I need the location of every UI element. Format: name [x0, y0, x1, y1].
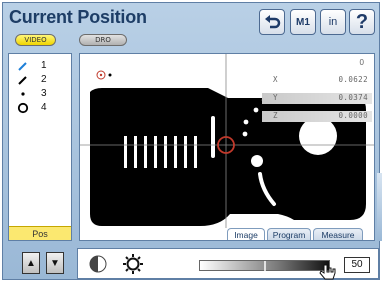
undo-button[interactable] — [259, 9, 285, 35]
axis-value: 0.0622 — [338, 75, 368, 84]
undo-icon — [265, 15, 281, 29]
axis-label: X — [273, 75, 278, 84]
line-icon — [17, 74, 29, 86]
line-icon — [17, 60, 29, 72]
dro-mode-button[interactable]: DRO — [79, 34, 127, 46]
axis-label: Y — [273, 93, 278, 102]
position-button[interactable]: Pos — [9, 226, 71, 240]
axis-value: 0.0000 — [338, 111, 368, 120]
dro-row-y: Y 0.0374 — [262, 93, 372, 104]
feature-list: 1 2 3 4 Pos — [8, 53, 72, 241]
pointer-hand-icon — [318, 263, 338, 282]
brightness-slider[interactable] — [199, 260, 330, 272]
brightness-value[interactable]: 50 — [344, 257, 370, 273]
brightness-icon[interactable] — [122, 253, 144, 280]
tab-image[interactable]: Image — [227, 228, 265, 240]
scroll-strip[interactable] — [377, 173, 382, 241]
list-item[interactable]: 3 — [9, 88, 71, 100]
page-title: Current Position — [9, 7, 147, 27]
video-view[interactable]: 0 X 0.0622 Y 0.0374 Z 0.0000 Image Progr… — [79, 53, 375, 241]
app-window: Current Position VIDEO DRO M1 in ? 1 2 3… — [2, 2, 382, 282]
feature-number: 4 — [41, 102, 47, 113]
list-item[interactable]: 2 — [9, 74, 71, 86]
video-mode-button[interactable]: VIDEO — [15, 34, 56, 46]
lighting-panel: 50 — [77, 248, 379, 282]
list-item[interactable]: 4 — [9, 102, 71, 114]
circle-icon — [17, 102, 29, 114]
point-icon — [17, 88, 29, 100]
feature-number: 2 — [41, 74, 47, 85]
axis-label: Z — [273, 111, 278, 120]
feature-number: 1 — [41, 60, 47, 71]
dro-row-z: Z 0.0000 — [262, 111, 372, 122]
bottom-bar: ▲ ▼ 50 — [8, 245, 379, 282]
feature-number: 3 — [41, 88, 47, 99]
dro-top-value: 0 — [359, 58, 364, 67]
list-item[interactable]: 1 — [9, 60, 71, 72]
units-button[interactable]: in — [320, 9, 346, 35]
contrast-icon[interactable] — [88, 254, 108, 279]
dro-row-x: X 0.0622 — [262, 75, 372, 86]
scroll-up-button[interactable]: ▲ — [22, 252, 40, 274]
scroll-down-button[interactable]: ▼ — [46, 252, 64, 274]
axis-value: 0.0374 — [338, 93, 368, 102]
m1-button[interactable]: M1 — [290, 9, 316, 35]
arrow-down-icon: ▼ — [50, 257, 60, 269]
tab-measure[interactable]: Measure — [313, 228, 363, 240]
arrow-up-icon: ▲ — [26, 257, 36, 269]
tab-program[interactable]: Program — [267, 228, 311, 240]
help-button[interactable]: ? — [349, 9, 375, 35]
